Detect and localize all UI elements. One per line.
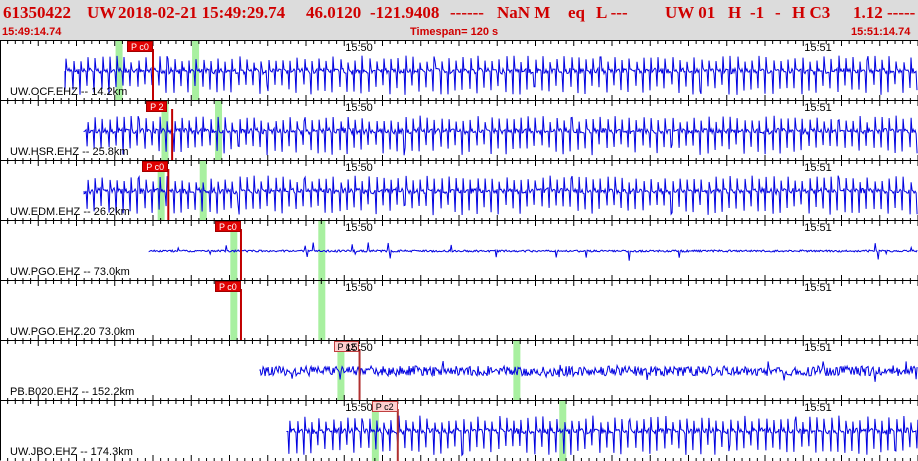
trace-panel[interactable]: P c0 15:50 15:51 UW.PGO.EHZ.20 73.0km	[0, 280, 918, 341]
trace-svg	[0, 401, 918, 461]
pick-flag[interactable]: P c0	[214, 281, 241, 292]
event-id: 61350422	[3, 3, 71, 22]
minute-label: 15:50	[345, 282, 373, 294]
minute-label: 15:50	[345, 222, 373, 234]
event-magnitude: NaN M	[497, 3, 551, 22]
start-time: 15:49:14.74	[2, 26, 62, 38]
event-value-a: -1	[750, 3, 765, 22]
seismogram-panels: P c0 15:50 15:51 UW.OCF.EHZ -- 14.2km P 2 15:…	[0, 40, 918, 461]
timespan: Timespan= 120 s	[410, 26, 499, 38]
event-location-flag: L ---	[596, 3, 628, 22]
event-network: UW	[87, 3, 117, 22]
trace-svg	[0, 341, 918, 401]
waveform	[83, 175, 918, 216]
pick-flag[interactable]: P c0	[214, 221, 241, 232]
event-dash: -	[775, 3, 781, 22]
minute-label: 15:50	[345, 342, 373, 354]
station-label: UW.EDM.EHZ -- 26.2km	[10, 206, 130, 218]
trace-panel[interactable]: P c0 15:50 15:51 UW.OCF.EHZ -- 14.2km	[0, 40, 918, 101]
event-source: UW 01	[665, 3, 716, 22]
trace-panel[interactable]: P c2 15:50 15:51 UW.JBO.EHZ -- 174.3km	[0, 400, 918, 461]
event-lat: 46.0120	[306, 3, 362, 22]
waveform	[83, 115, 918, 156]
minute-label: 15:51	[804, 342, 832, 354]
minute-label: 15:51	[804, 222, 832, 234]
minute-label: 15:51	[804, 102, 832, 114]
minute-label: 15:50	[345, 42, 373, 54]
station-label: UW.PGO.EHZ.20 73.0km	[10, 326, 135, 338]
end-time: 15:51:14.74	[851, 26, 911, 38]
trace-panel[interactable]: P 2 15:50 15:51 UW.HSR.EHZ -- 25.8km	[0, 100, 918, 161]
pick-flag[interactable]: P c0	[127, 41, 153, 52]
waveform	[148, 242, 918, 261]
trace-svg	[0, 101, 918, 161]
waveform	[286, 415, 918, 457]
station-label: UW.JBO.EHZ -- 174.3km	[10, 446, 133, 458]
station-label: UW.HSR.EHZ -- 25.8km	[10, 146, 129, 158]
minute-label: 15:50	[345, 162, 373, 174]
trace-panel[interactable]: P c0 15:50 15:51 UW.PGO.EHZ -- 73.0km	[0, 220, 918, 281]
event-h-class: H C3	[792, 3, 831, 22]
minute-label: 15:50	[345, 102, 373, 114]
event-depth: ------	[450, 3, 484, 22]
event-header: 61350422 UW 2018-02-21 15:49:29.74 46.01…	[0, 0, 918, 40]
minute-label: 15:51	[804, 42, 832, 54]
minute-label: 15:51	[804, 282, 832, 294]
event-lon: -121.9408	[370, 3, 440, 22]
event-summary-line: 61350422 UW 2018-02-21 15:49:29.74 46.01…	[3, 3, 915, 25]
trace-svg	[0, 281, 918, 341]
event-type: eq	[568, 3, 585, 22]
trace-svg	[0, 161, 918, 221]
minute-label: 15:51	[804, 402, 832, 414]
event-h-flag: H	[728, 3, 742, 22]
minute-label: 15:50	[345, 402, 373, 414]
trace-panel[interactable]: P c2 15:50 15:51 PB.B020.EHZ -- 152.2km	[0, 340, 918, 401]
station-label: UW.PGO.EHZ -- 73.0km	[10, 266, 130, 278]
predicted-arrival-band	[318, 281, 326, 341]
trace-svg	[0, 221, 918, 281]
station-label: PB.B020.EHZ -- 152.2km	[10, 386, 135, 398]
minute-label: 15:51	[804, 162, 832, 174]
pick-flag[interactable]: P c0	[142, 161, 169, 172]
event-rms: 1.12 -----	[853, 3, 916, 22]
trace-panel[interactable]: P c0 15:50 15:51 UW.EDM.EHZ -- 26.2km	[0, 160, 918, 221]
pick-flag[interactable]: P 2	[146, 101, 168, 112]
event-datetime: 2018-02-21 15:49:29.74	[118, 3, 286, 22]
station-label: UW.OCF.EHZ -- 14.2km	[10, 86, 128, 98]
pick-flag[interactable]: P c2	[371, 401, 398, 412]
